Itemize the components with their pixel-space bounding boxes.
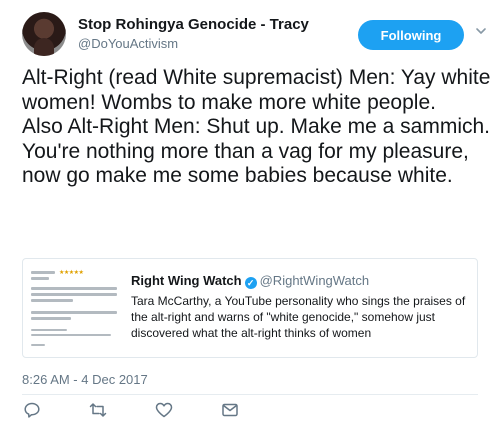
chevron-down-icon[interactable] (474, 24, 488, 38)
heart-icon (155, 402, 173, 418)
quoted-tweet-card[interactable]: ★★★★★ Right Wing Watch ✓ @RightWingWatch T… (22, 258, 478, 358)
quoted-tweet-thumbnail: ★★★★★ (31, 267, 121, 351)
direct-message-icon (222, 403, 238, 417)
reply-icon (24, 402, 40, 418)
verified-badge-icon: ✓ (244, 277, 257, 289)
tweet-text: Alt-Right (read White supremacist) Men: … (22, 66, 491, 187)
quoted-author-handle: @RightWingWatch (259, 273, 370, 288)
divider (22, 394, 478, 395)
direct-message-button[interactable] (220, 400, 240, 420)
retweet-icon (89, 403, 107, 417)
avatar[interactable] (22, 12, 66, 56)
like-button[interactable] (154, 400, 174, 420)
author-handle[interactable]: @DoYouActivism (78, 36, 178, 51)
tweet-header: Stop Rohingya Genocide - Tracy @DoYouAct… (22, 10, 486, 58)
tweet-actions (22, 400, 322, 424)
quoted-tweet-text: Tara McCarthy, a YouTube personality who… (131, 294, 466, 340)
retweet-button[interactable] (88, 400, 108, 420)
quoted-author-name: Right Wing Watch (131, 273, 242, 288)
quoted-author: Right Wing Watch ✓ @RightWingWatch (131, 273, 369, 289)
rating-stars: ★★★★★ (59, 270, 84, 276)
author-name[interactable]: Stop Rohingya Genocide - Tracy (78, 16, 309, 33)
tweet-timestamp[interactable]: 8:26 AM - 4 Dec 2017 (22, 372, 148, 387)
reply-button[interactable] (22, 400, 42, 420)
following-button[interactable]: Following (358, 20, 464, 50)
